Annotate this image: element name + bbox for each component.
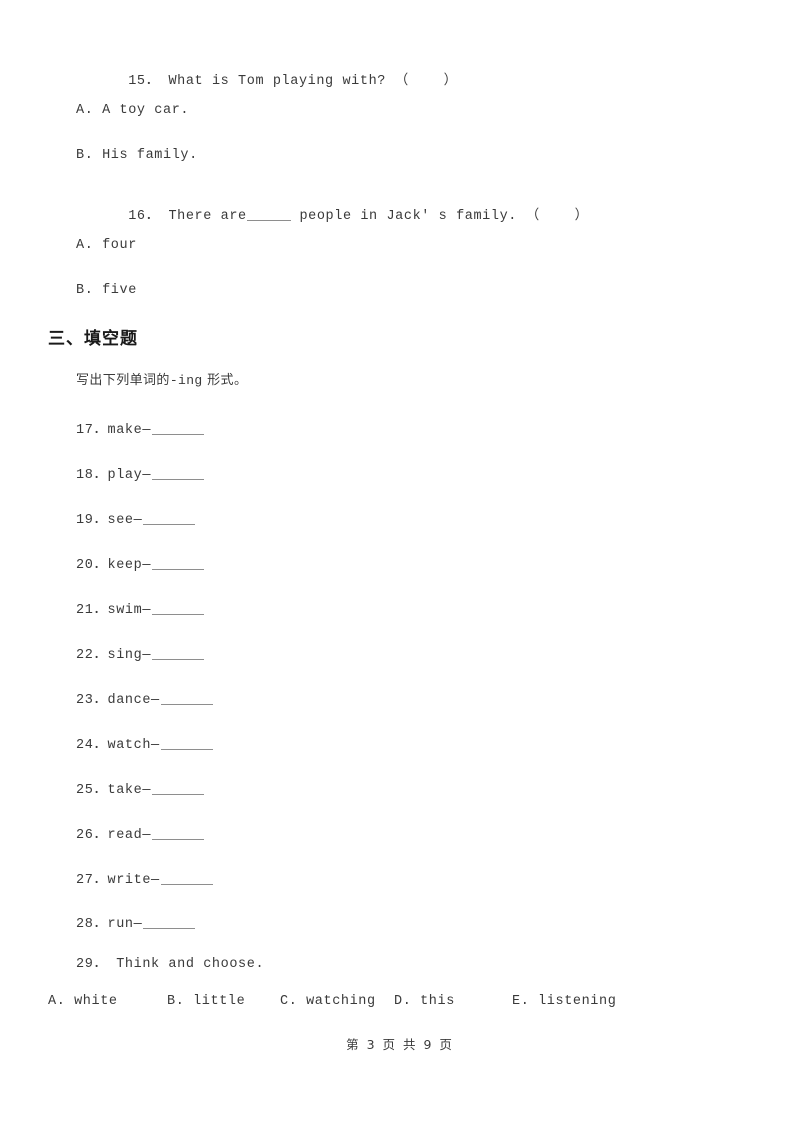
blank-item-21-answer-field[interactable] <box>152 614 205 615</box>
section-instruction: 写出下列单词的-ing 形式。 <box>76 369 247 388</box>
option-15-a[interactable]: A. A toy car. <box>76 102 189 120</box>
question-separator-29: ． <box>93 957 108 972</box>
blank-item-18-number: 18 <box>76 468 94 483</box>
choice-bank-option-a[interactable]: A. white <box>48 994 118 1009</box>
question-text-15: What is Tom playing with? <box>168 74 386 89</box>
choice-bank-option-e[interactable]: E. listening <box>512 994 616 1009</box>
blank-item-26-number: 26 <box>76 828 94 843</box>
question-stem-29: 29． Think and choose. <box>76 956 264 974</box>
instruction-suffix-ing: -ing <box>169 373 203 388</box>
blank-item-24-word: watch <box>107 738 152 753</box>
blank-item-23-word: dance <box>107 693 152 708</box>
option-16-b[interactable]: B. five <box>76 282 137 300</box>
blank-item-25: 25．take— <box>76 777 205 798</box>
blank-item-21: 21．swim— <box>76 597 205 618</box>
choice-bank: A. white B. little C. watching D. this E… <box>0 994 800 1014</box>
blank-item-19-answer-field[interactable] <box>143 524 196 525</box>
question-stem-16: 16． There are people in Jack' s family. … <box>76 190 589 244</box>
blank-item-20-answer-field[interactable] <box>152 569 205 570</box>
option-16-a-label: A. four <box>76 238 137 253</box>
question-number-16: 16 <box>128 209 146 224</box>
answer-bracket-15[interactable]: （ ） <box>395 74 458 89</box>
blank-item-22-answer-field[interactable] <box>152 659 205 660</box>
section-heading-fill-in-blanks: 三、填空题 <box>48 329 138 349</box>
option-15-b[interactable]: B. His family. <box>76 147 198 165</box>
blank-item-20: 20．keep— <box>76 552 205 573</box>
blank-item-24-answer-field[interactable] <box>160 749 213 750</box>
blank-item-25-number: 25 <box>76 783 94 798</box>
instruction-text-before: 写出下列单词的 <box>76 373 170 388</box>
blank-item-22-word: sing <box>107 648 143 663</box>
blank-item-23: 23．dance— <box>76 687 213 708</box>
choice-bank-option-c[interactable]: C. watching <box>280 994 376 1009</box>
blank-item-18: 18．play— <box>76 462 205 483</box>
inline-blank-16[interactable] <box>246 220 291 221</box>
blank-item-20-word: keep <box>107 558 143 573</box>
blank-item-19: 19．see— <box>76 507 196 528</box>
blank-item-22-number: 22 <box>76 648 94 663</box>
page-footer: 第 3 页 共 9 页 <box>346 1037 454 1052</box>
blank-item-19-number: 19 <box>76 513 94 528</box>
blank-item-28-answer-field[interactable] <box>143 928 196 929</box>
blank-item-26: 26．read— <box>76 822 205 843</box>
blank-item-21-number: 21 <box>76 603 94 618</box>
blank-item-25-answer-field[interactable] <box>152 794 205 795</box>
exam-page: 15． What is Tom playing with? （ ） A. A t… <box>0 0 800 1132</box>
blank-item-19-word: see <box>107 513 134 528</box>
question-text-16-after: people in Jack' s family. <box>290 209 517 224</box>
question-number-15: 15 <box>128 74 146 89</box>
blank-item-27: 27．write— <box>76 867 213 888</box>
question-stem-15: 15． What is Tom playing with? （ ） <box>76 55 458 109</box>
blank-item-24-number: 24 <box>76 738 94 753</box>
blank-item-27-number: 27 <box>76 873 94 888</box>
blank-item-28: 28．run— <box>76 911 196 932</box>
blank-item-17-answer-field[interactable] <box>152 434 205 435</box>
blank-item-25-word: take <box>107 783 143 798</box>
option-16-b-label: B. five <box>76 283 137 298</box>
blank-item-17: 17．make— <box>76 417 205 438</box>
question-text-29: Think and choose. <box>116 957 265 972</box>
instruction-text-after: 形式。 <box>202 373 248 388</box>
blank-item-23-answer-field[interactable] <box>160 704 213 705</box>
blank-item-18-answer-field[interactable] <box>152 479 205 480</box>
question-number-29: 29 <box>76 957 94 972</box>
blank-item-27-answer-field[interactable] <box>160 884 213 885</box>
option-15-b-label: B. His family. <box>76 148 198 163</box>
option-15-a-label: A. A toy car. <box>76 103 190 118</box>
blank-item-17-word: make <box>107 423 143 438</box>
blank-item-17-number: 17 <box>76 423 94 438</box>
blank-item-22: 22．sing— <box>76 642 205 663</box>
blank-item-26-answer-field[interactable] <box>152 839 205 840</box>
blank-item-24: 24．watch— <box>76 732 213 753</box>
question-separator-15: ． <box>145 74 160 89</box>
choice-bank-option-b[interactable]: B. little <box>167 994 245 1009</box>
blank-item-20-number: 20 <box>76 558 94 573</box>
blank-item-28-number: 28 <box>76 917 94 932</box>
option-16-a[interactable]: A. four <box>76 237 137 255</box>
question-separator-16: ． <box>145 209 160 224</box>
blank-item-21-word: swim <box>107 603 143 618</box>
blank-item-28-word: run <box>107 917 134 932</box>
blank-item-27-word: write <box>107 873 152 888</box>
choice-bank-option-d[interactable]: D. this <box>394 994 455 1009</box>
question-text-16-before: There are <box>168 209 247 224</box>
answer-bracket-16[interactable]: （ ） <box>526 209 589 224</box>
blank-item-18-word: play <box>107 468 143 483</box>
blank-item-26-word: read <box>107 828 143 843</box>
blank-item-23-number: 23 <box>76 693 94 708</box>
